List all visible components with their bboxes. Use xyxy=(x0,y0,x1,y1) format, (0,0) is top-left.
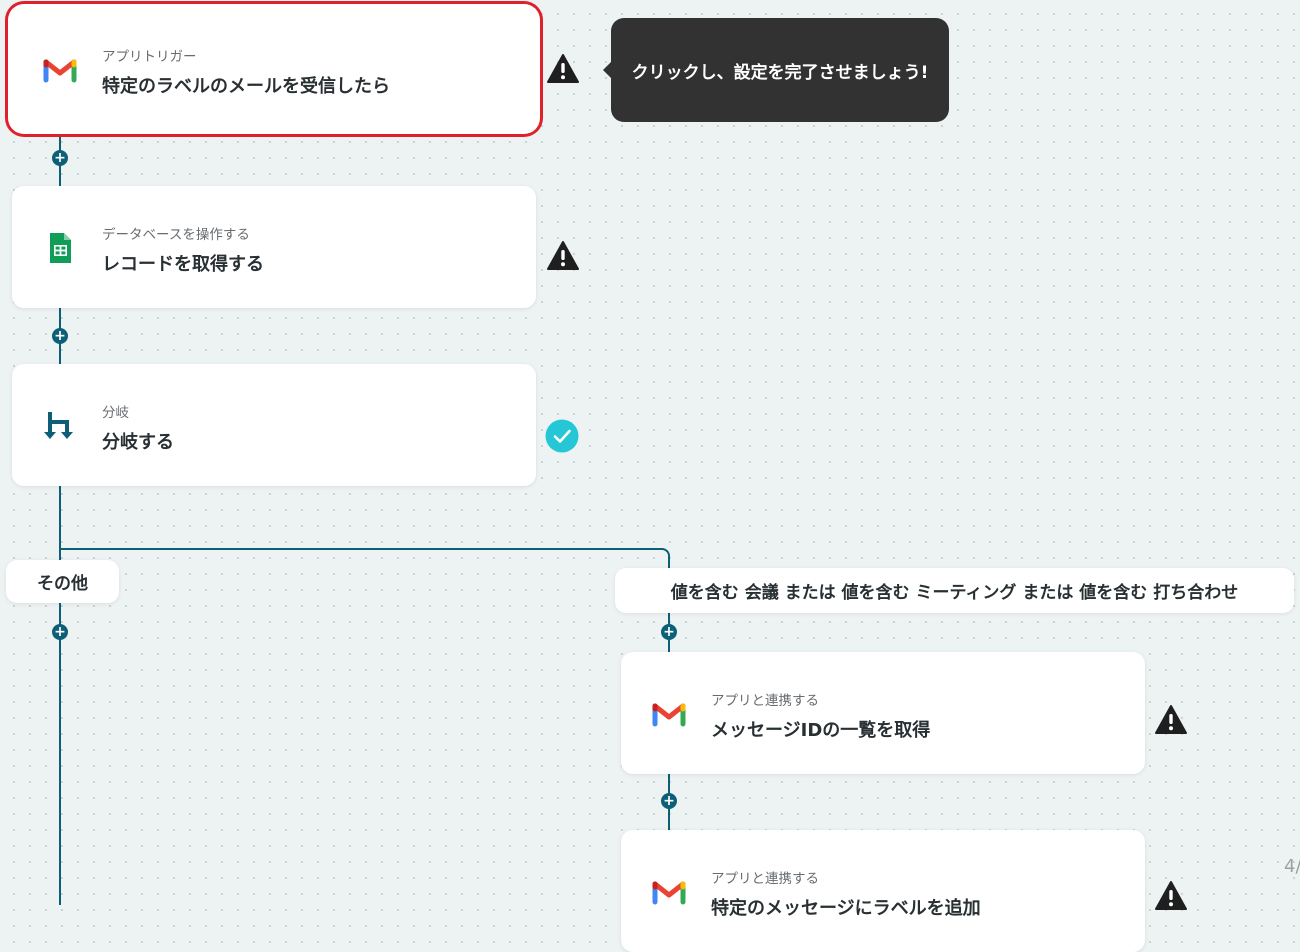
warning-icon xyxy=(547,54,579,83)
gmail-icon xyxy=(652,703,686,727)
flow-canvas: + + + + + アプリトリガー 特定のラベルのメールを受信したら クリックし… xyxy=(0,0,1300,952)
step-subtitle: 分岐 xyxy=(102,405,129,421)
step-subtitle: アプリと連携する xyxy=(711,693,819,709)
step-title: 特定のメッセージにラベルを追加 xyxy=(711,898,981,919)
step-card-get-message-ids[interactable]: アプリと連携する メッセージIDの一覧を取得 xyxy=(621,652,1145,774)
step-title: 特定のラベルのメールを受信したら xyxy=(102,76,390,97)
branch-label-text: 値を含む 会議 または 値を含む ミーティング または 値を含む 打ち合わせ xyxy=(670,583,1239,603)
check-icon xyxy=(545,419,579,453)
step-title: 分岐する xyxy=(102,432,174,453)
step-card-branch[interactable]: 分岐 分岐する xyxy=(12,364,536,486)
step-subtitle: アプリと連携する xyxy=(711,871,819,887)
setup-tooltip: クリックし、設定を完了させましょう! xyxy=(603,18,949,122)
step-title: メッセージIDの一覧を取得 xyxy=(711,720,931,741)
add-step-button[interactable]: + xyxy=(52,150,68,166)
warning-icon xyxy=(1155,881,1187,910)
branch-label-condition[interactable]: 値を含む 会議 または 値を含む ミーティング または 値を含む 打ち合わせ xyxy=(615,568,1294,613)
add-step-button[interactable]: + xyxy=(661,624,677,640)
google-sheets-icon xyxy=(50,233,71,263)
add-step-button[interactable]: + xyxy=(52,328,68,344)
step-subtitle: アプリトリガー xyxy=(102,49,197,65)
step-card-trigger[interactable]: アプリトリガー 特定のラベルのメールを受信したら xyxy=(12,8,536,130)
branch-label-text: その他 xyxy=(37,574,88,594)
page-indicator: 4/ xyxy=(1284,856,1300,877)
warning-icon xyxy=(1155,705,1187,734)
add-step-button[interactable]: + xyxy=(661,793,677,809)
gmail-icon xyxy=(43,59,77,83)
tooltip-text: クリックし、設定を完了させましょう! xyxy=(631,62,929,83)
add-step-button[interactable]: + xyxy=(52,624,68,640)
step-card-database[interactable]: データベースを操作する レコードを取得する xyxy=(12,186,536,308)
branch-icon xyxy=(44,412,73,439)
step-subtitle: データベースを操作する xyxy=(102,227,250,243)
branch-connector-line xyxy=(59,548,662,550)
step-title: レコードを取得する xyxy=(102,254,264,275)
branch-label-other[interactable]: その他 xyxy=(6,560,119,603)
step-card-add-label[interactable]: アプリと連携する 特定のメッセージにラベルを追加 xyxy=(621,830,1145,952)
warning-icon xyxy=(547,241,579,270)
